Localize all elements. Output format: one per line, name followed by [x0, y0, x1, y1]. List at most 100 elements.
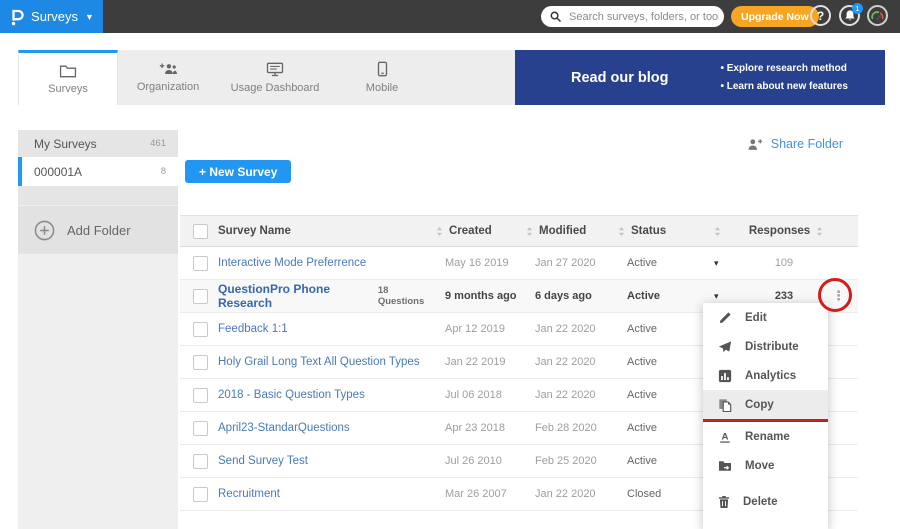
notification-count-badge: 1 [852, 3, 863, 14]
created-date: 9 months ago [445, 290, 517, 302]
survey-name-link[interactable]: Feedback 1:1 [218, 323, 288, 335]
row-checkbox[interactable] [193, 487, 208, 502]
created-date: Apr 23 2018 [445, 422, 505, 434]
product-switcher[interactable]: Surveys ▼ [0, 0, 103, 33]
bar-chart-icon [718, 369, 732, 383]
survey-name-link[interactable]: Holy Grail Long Text All Question Types [218, 356, 420, 368]
folder-label: 000001A [34, 165, 82, 179]
modified-date: Jan 22 2020 [535, 323, 596, 335]
menu-item-label: Distribute [745, 341, 799, 353]
new-survey-button[interactable]: + New Survey [185, 160, 291, 183]
menu-item-rename[interactable]: ARename [703, 422, 828, 451]
status-label: Active [627, 389, 657, 401]
row-checkbox[interactable] [193, 421, 208, 436]
column-header-status: Status [631, 225, 666, 237]
row-actions-kebab-icon[interactable]: ⋮ [832, 288, 845, 304]
folder-label: My Surveys [34, 137, 97, 151]
sort-icon[interactable] [816, 226, 823, 237]
banner-bullet: Learn about new features [720, 81, 847, 92]
sort-icon[interactable] [618, 226, 625, 237]
tab-surveys[interactable]: Surveys [18, 50, 118, 105]
move-folder-icon [718, 460, 732, 472]
global-search[interactable] [541, 6, 724, 27]
menu-item-copy[interactable]: Copy [703, 390, 828, 419]
menu-item-move[interactable]: Move [703, 451, 828, 480]
created-date: May 16 2019 [445, 257, 509, 269]
created-date: Jan 22 2019 [445, 356, 506, 368]
status-label: Active [627, 422, 657, 434]
pencil-icon [718, 311, 732, 325]
survey-name-link[interactable]: Send Survey Test [218, 455, 308, 467]
survey-name-link[interactable]: 2018 - Basic Question Types [218, 389, 365, 401]
search-input[interactable] [567, 10, 721, 24]
column-header-modified: Modified [539, 225, 586, 237]
modified-date: Jan 22 2020 [535, 389, 596, 401]
trash-icon [718, 495, 730, 509]
row-checkbox[interactable] [193, 388, 208, 403]
row-checkbox[interactable] [193, 454, 208, 469]
sidebar-spacer [18, 186, 178, 205]
survey-name-link[interactable]: Interactive Mode Preferrence [218, 257, 366, 269]
sidebar-item-my-surveys[interactable]: My Surveys 461 [18, 130, 178, 157]
svg-text:A: A [722, 431, 729, 442]
sidebar-item-000001A[interactable]: 000001A 8 [18, 157, 178, 186]
modified-date: Feb 25 2020 [535, 455, 597, 467]
share-folder-label: Share Folder [771, 137, 843, 151]
column-header-responses: Responses [749, 225, 810, 237]
folder-icon [59, 64, 77, 78]
survey-name-link[interactable]: April23-StandarQuestions [218, 422, 350, 434]
created-date: Jul 06 2018 [445, 389, 502, 401]
tab-mobile[interactable]: Mobile [332, 50, 432, 105]
tab-usage-dashboard[interactable]: Usage Dashboard [218, 50, 332, 105]
row-checkbox[interactable] [193, 289, 208, 304]
table-row: Interactive Mode Preferrence May 16 2019 J… [180, 247, 858, 280]
modified-date: 6 days ago [535, 290, 592, 302]
add-folder-button[interactable]: Add Folder [18, 206, 178, 254]
question-count-badge: 18 Questions [378, 285, 432, 307]
modified-date: Jan 27 2020 [535, 257, 596, 269]
share-folder-link[interactable]: Share Folder [747, 137, 843, 151]
menu-item-delete[interactable]: Delete [703, 487, 828, 516]
sidebar-fill [18, 254, 178, 529]
tab-organization[interactable]: Organization [118, 50, 218, 105]
menu-item-label: Delete [743, 496, 778, 508]
upgrade-now-button[interactable]: Upgrade Now [731, 6, 819, 27]
menu-item-label: Analytics [745, 370, 796, 382]
row-checkbox[interactable] [193, 256, 208, 271]
usage-gauge-button[interactable] [867, 5, 888, 26]
created-date: Apr 12 2019 [445, 323, 505, 335]
menu-item-analytics[interactable]: Analytics [703, 361, 828, 390]
menu-item-edit[interactable]: Edit [703, 303, 828, 332]
blog-promo-banner[interactable]: Read our blog Explore research method Le… [515, 50, 885, 105]
menu-item-distribute[interactable]: Distribute [703, 332, 828, 361]
send-icon [718, 340, 732, 354]
survey-name-link[interactable]: Recruitment [218, 488, 280, 500]
column-header-survey-name: Survey Name [218, 225, 291, 237]
select-all-checkbox[interactable] [193, 224, 208, 239]
row-checkbox[interactable] [193, 355, 208, 370]
status-label: Active [627, 257, 657, 269]
sort-icon[interactable] [436, 226, 443, 237]
row-checkbox[interactable] [193, 322, 208, 337]
top-bar: Surveys ▼ Upgrade Now ? 1 [0, 0, 900, 33]
survey-name-link[interactable]: QuestionPro Phone Research [218, 282, 372, 310]
rename-icon: A [718, 430, 732, 444]
modified-date: Feb 28 2020 [535, 422, 597, 434]
banner-title: Read our blog [571, 70, 668, 86]
created-date: Jul 26 2010 [445, 455, 502, 467]
responses-count: 233 [775, 290, 793, 302]
menu-item-label: Edit [745, 312, 767, 324]
status-dropdown-caret-icon[interactable]: ▾ [714, 258, 719, 269]
menu-item-label: Copy [745, 399, 774, 411]
banner-bullet: Explore research method [720, 63, 847, 74]
status-label: Active [627, 323, 657, 335]
share-person-icon [747, 138, 764, 151]
status-dropdown-caret-icon[interactable]: ▾ [714, 291, 719, 302]
organization-icon [158, 62, 178, 76]
folder-count: 461 [150, 138, 166, 149]
status-label: Active [627, 290, 660, 302]
notifications-button[interactable]: 1 [839, 5, 860, 26]
help-button[interactable]: ? [810, 5, 831, 26]
sort-icon[interactable] [714, 226, 721, 237]
sort-icon[interactable] [526, 226, 533, 237]
